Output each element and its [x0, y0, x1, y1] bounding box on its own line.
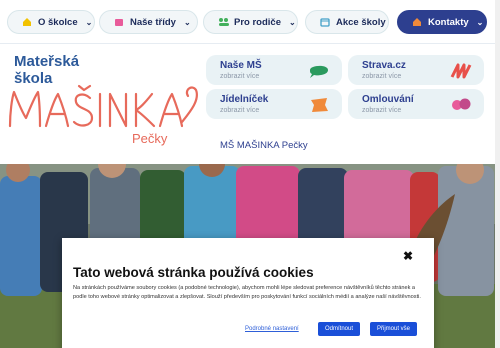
logo-town: Pečky [132, 131, 168, 146]
card-strava[interactable]: Strava.cz zobrazit více [348, 55, 484, 85]
nav-item-label: Naše třídy [130, 16, 176, 28]
scribble-icon [450, 63, 472, 84]
close-icon[interactable]: ✖ [403, 249, 413, 263]
reject-cookies-button[interactable]: Odmítnout [318, 322, 361, 336]
chevron-down-icon: ⌄ [289, 17, 296, 27]
class-icon [114, 17, 124, 27]
card-nase-ms[interactable]: Naše MŠ zobrazit více [206, 55, 342, 85]
chevron-down-icon: ⌄ [85, 17, 93, 27]
nav-item-akce-skoly[interactable]: Akce školy [305, 10, 389, 34]
logo-masinka-lettering[interactable] [4, 82, 204, 139]
house-icon [22, 17, 32, 27]
cookie-dialog-text: Na stránkách používáme soubory cookies (… [73, 285, 421, 300]
card-jidelnicek[interactable]: Jídelníček zobrazit více [206, 89, 342, 119]
cookie-settings-link[interactable]: Podrobné nastavení [245, 326, 299, 332]
nav-item-nase-tridy[interactable]: Naše třídy ⌄ [99, 10, 198, 34]
menu-icon [308, 97, 330, 118]
chat-bubble-icon [308, 63, 330, 84]
top-navigation: O školce ⌄ Naše třídy ⌄ Pro rodiče ⌄ Akc… [0, 0, 500, 44]
nav-item-label: Pro rodiče [234, 16, 281, 28]
contact-icon [412, 17, 422, 27]
nav-item-pro-rodice[interactable]: Pro rodiče ⌄ [203, 10, 298, 34]
school-address: MŠ MAŠINKA Pečky [220, 140, 308, 151]
cookie-dialog-title: Tato webová stránka používá cookies [73, 265, 314, 280]
chevron-down-icon: ⌄ [476, 17, 484, 27]
cookie-consent-dialog: ✖ Tato webová stránka používá cookies Na… [62, 238, 434, 348]
nav-item-kontakty[interactable]: Kontakty ⌄ [397, 10, 487, 34]
accept-all-cookies-button[interactable]: Přijmout vše [370, 322, 418, 336]
card-omlouvani[interactable]: Omlouvání zobrazit více [348, 89, 484, 119]
calendar-icon [320, 17, 330, 27]
nav-item-label: Kontakty [428, 16, 469, 28]
logo-line-1: Mateřská [14, 53, 80, 70]
clouds-icon [450, 97, 472, 118]
page-scrollbar[interactable] [495, 0, 500, 348]
nav-item-label: Akce školy [336, 16, 386, 28]
nav-item-label: O školce [38, 16, 78, 28]
nav-item-o-skolce[interactable]: O školce ⌄ [7, 10, 95, 34]
parents-icon [218, 17, 229, 27]
chevron-down-icon: ⌄ [183, 17, 191, 27]
